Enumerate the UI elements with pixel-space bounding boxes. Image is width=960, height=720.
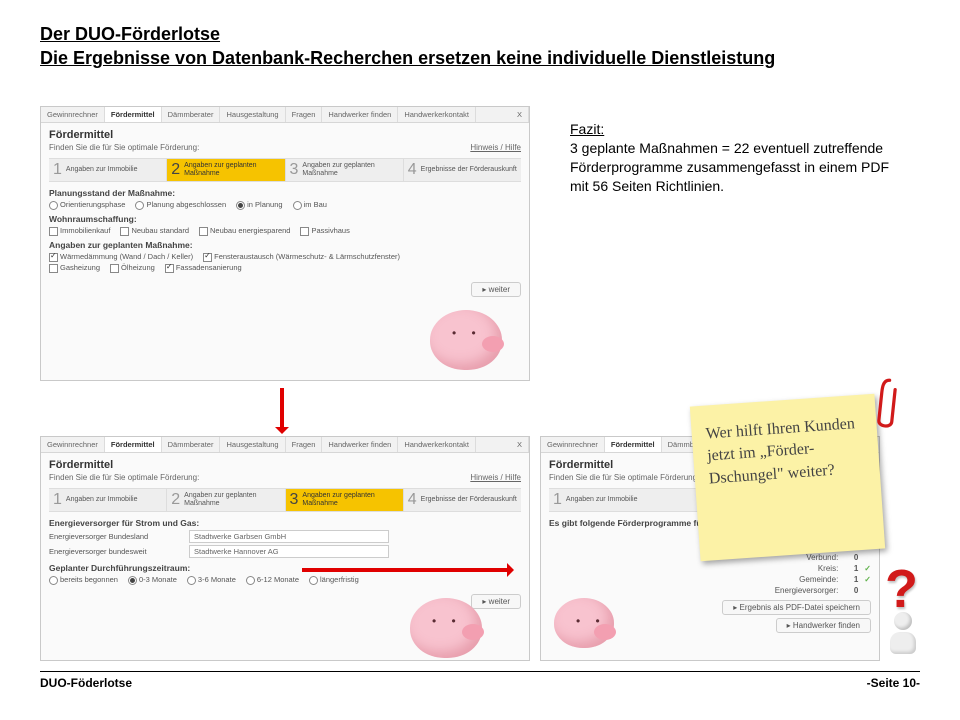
- footer: DUO-Föderlotse -Seite 10-: [40, 671, 920, 690]
- footer-right: -Seite 10-: [867, 676, 920, 690]
- check-icon: ✓: [864, 564, 871, 573]
- tab-gewinnrechner[interactable]: Gewinnrechner: [41, 107, 105, 122]
- tab-handwerkerkontakt[interactable]: Handwerkerkontakt: [398, 437, 476, 452]
- tabbar: Gewinnrechner Fördermittel Dämmberater H…: [41, 107, 529, 123]
- row-ev-value: 0: [844, 586, 858, 595]
- tab-daemmberater[interactable]: Dämmberater: [162, 107, 221, 122]
- chk-neubau-std[interactable]: Neubau standard: [120, 226, 189, 235]
- fazit-heading: Fazit:: [570, 121, 604, 137]
- weiter-button[interactable]: ▸ weiter: [471, 594, 521, 609]
- tab-gewinnrechner[interactable]: Gewinnrechner: [541, 437, 605, 452]
- sec-planungsstand: Planungsstand der Maßnahme:: [49, 188, 521, 198]
- piggy-bank-icon: [554, 598, 614, 648]
- tab-gewinnrechner[interactable]: Gewinnrechner: [41, 437, 105, 452]
- chk-fensteraustausch[interactable]: Fensteraustausch (Wärmeschutz- & Lärmsch…: [203, 252, 400, 261]
- row-gemeinde-label: Gemeinde:: [748, 575, 838, 584]
- chk-waermedaemmung[interactable]: Wärmedämmung (Wand / Dach / Keller): [49, 252, 193, 261]
- select-ev-bundesweit[interactable]: Stadtwerke Hannover AG: [189, 545, 389, 558]
- arrow-down-icon: [280, 388, 284, 432]
- radio-0-3[interactable]: 0-3 Monate: [128, 575, 177, 584]
- btn-handwerker[interactable]: ▸ Handwerker finden: [776, 618, 871, 633]
- panel-sub: Finden Sie die für Sie optimale Förderun…: [49, 473, 199, 482]
- weiter-button[interactable]: ▸ weiter: [471, 282, 521, 297]
- person-figure-icon: [886, 612, 920, 656]
- chk-oelheizung[interactable]: Ölheizung: [110, 263, 155, 272]
- tab-foerdermittel[interactable]: Fördermittel: [605, 437, 662, 452]
- fazit-body: 3 geplante Maßnahmen = 22 eventuell zutr…: [570, 140, 889, 194]
- radio-im-bau[interactable]: im Bau: [293, 200, 327, 209]
- fazit-block: Fazit: 3 geplante Maßnahmen = 22 eventue…: [570, 120, 910, 196]
- row-gemeinde-value: 1: [844, 575, 858, 584]
- title-block: Der DUO-Förderlotse Die Ergebnisse von D…: [40, 22, 920, 71]
- step-1[interactable]: 1Angaben zur Immobilie: [49, 488, 166, 512]
- step-4[interactable]: 4Ergebnisse der Förderauskunft: [403, 158, 521, 182]
- row-kreis-value: 1: [844, 564, 858, 573]
- sticky-note: Wer hilft Ihren Kunden jetzt im „Förder-…: [690, 394, 885, 562]
- radio-orientierung[interactable]: Orientierungsphase: [49, 200, 125, 209]
- chk-immokauf[interactable]: Immobilienkauf: [49, 226, 110, 235]
- panel-heading: Fördermittel: [49, 129, 521, 141]
- question-mark-icon: ?: [885, 558, 918, 620]
- tab-hausgestaltung[interactable]: Hausgestaltung: [220, 107, 285, 122]
- radio-6-12[interactable]: 6-12 Monate: [246, 575, 299, 584]
- tab-daemmberater[interactable]: Dämmberater: [162, 437, 221, 452]
- panel-hint[interactable]: Hinweis / Hilfe: [470, 143, 521, 152]
- chk-fassade[interactable]: Fassadensanierung: [165, 263, 242, 272]
- tab-fragen[interactable]: Fragen: [286, 437, 323, 452]
- tab-close[interactable]: X: [511, 107, 529, 122]
- panel-sub: Finden Sie die für Sie optimale Förderun…: [49, 143, 199, 152]
- btn-pdf[interactable]: ▸ Ergebnis als PDF-Datei speichern: [722, 600, 871, 615]
- tab-handwerker-finden[interactable]: Handwerker finden: [322, 437, 398, 452]
- radio-begonnen[interactable]: bereits begonnen: [49, 575, 118, 584]
- step-4[interactable]: 4Ergebnisse der Förderauskunft: [403, 488, 521, 512]
- paperclip-icon: [873, 377, 901, 433]
- tab-close[interactable]: X: [511, 437, 529, 452]
- panel-hint[interactable]: Hinweis / Hilfe: [470, 473, 521, 482]
- tab-foerdermittel[interactable]: Fördermittel: [105, 437, 162, 452]
- row-kreis-label: Kreis:: [748, 564, 838, 573]
- panel-heading: Fördermittel: [49, 459, 521, 471]
- select-ev-bundesland[interactable]: Stadtwerke Garbsen GmbH: [189, 530, 389, 543]
- tab-handwerkerkontakt[interactable]: Handwerkerkontakt: [398, 107, 476, 122]
- step-1[interactable]: 1Angaben zur Immobilie: [49, 158, 166, 182]
- step-3[interactable]: 3Angaben zur geplanten Maßnahme: [285, 488, 403, 512]
- row-ev-label: Energieversorger:: [748, 586, 838, 595]
- tab-fragen[interactable]: Fragen: [286, 107, 323, 122]
- row-verbund-value: 0: [844, 553, 858, 562]
- radio-laengerfristig[interactable]: längerfristig: [309, 575, 359, 584]
- radio-in-planung[interactable]: in Planung: [236, 200, 282, 209]
- piggy-bank-icon: [430, 310, 502, 370]
- tab-handwerker-finden[interactable]: Handwerker finden: [322, 107, 398, 122]
- radio-planung-abg[interactable]: Planung abgeschlossen: [135, 200, 226, 209]
- chk-passivhaus[interactable]: Passivhaus: [300, 226, 349, 235]
- wizard-steps: 1Angaben zur Immobilie 2Angaben zur gepl…: [49, 158, 521, 182]
- sec-wohnraum: Wohnraumschaffung:: [49, 214, 521, 224]
- step-2[interactable]: 2Angaben zur geplanten Maßnahme: [166, 488, 284, 512]
- arrow-right-icon: [302, 568, 512, 572]
- check-icon: ✓: [864, 575, 871, 584]
- footer-left: DUO-Föderlotse: [40, 676, 132, 690]
- lbl-ev-bundesland: Energieversorger Bundesland: [49, 532, 179, 541]
- chk-neubau-energ[interactable]: Neubau energiesparend: [199, 226, 290, 235]
- piggy-bank-icon: [410, 598, 482, 658]
- step-1[interactable]: 1Angaben zur Immobilie: [549, 488, 710, 512]
- tab-foerdermittel[interactable]: Fördermittel: [105, 107, 162, 122]
- chk-gasheizung[interactable]: Gasheizung: [49, 263, 100, 272]
- title-line1: Der DUO-Förderlotse: [40, 22, 920, 46]
- lbl-ev-bundesweit: Energieversorger bundesweit: [49, 547, 179, 556]
- radio-3-6[interactable]: 3-6 Monate: [187, 575, 236, 584]
- sec-massnahme: Angaben zur geplanten Maßnahme:: [49, 240, 521, 250]
- sticky-note-text: Wer hilft Ihren Kunden jetzt im „Förder-…: [705, 415, 855, 487]
- sec-energieversorger: Energieversorger für Strom und Gas:: [49, 518, 521, 528]
- title-line2: Die Ergebnisse von Datenbank-Recherchen …: [40, 46, 920, 70]
- step-3[interactable]: 3Angaben zur geplanten Maßnahme: [285, 158, 403, 182]
- step-2[interactable]: 2Angaben zur geplanten Maßnahme: [166, 158, 284, 182]
